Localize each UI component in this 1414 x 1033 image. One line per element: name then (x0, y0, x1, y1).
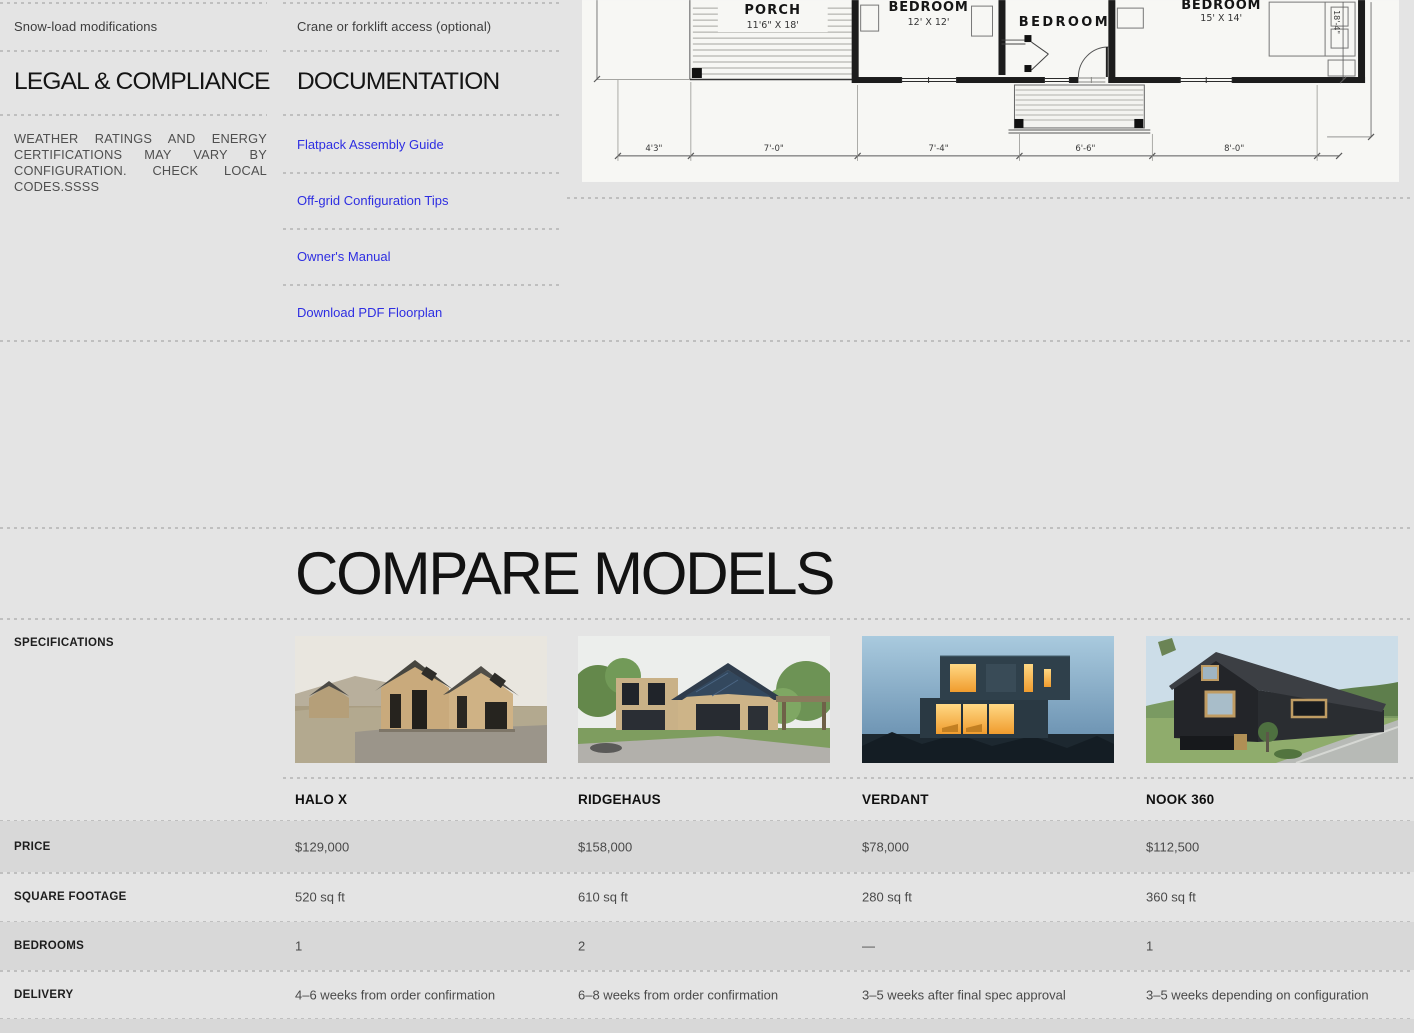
bedrooms-halo-x: 1 (295, 939, 302, 954)
table-row-square-footage: SQUARE FOOTAGE 520 sq ft 610 sq ft 280 s… (0, 873, 1414, 921)
price-ridgehaus: $158,000 (578, 839, 632, 854)
sqft-ridgehaus: 610 sq ft (578, 890, 628, 905)
sqft-verdant: 280 sq ft (862, 890, 912, 905)
dashed-divider (283, 777, 1414, 779)
plan-dim-5: 8'-0" (1224, 143, 1244, 153)
plan-room-dims-bedroom3: 15' X 14' (1200, 13, 1242, 24)
prefab-home-product-page: Snow-load modifications LEGAL & COMPLIAN… (0, 0, 1414, 1033)
row-label-price: PRICE (14, 841, 51, 853)
row-label-delivery: DELIVERY (14, 989, 73, 1001)
dashed-divider (283, 2, 563, 4)
plan-room-dims-bedroom1: 12' X 12' (908, 17, 950, 28)
plan-room-label-porch: PORCH (744, 3, 801, 18)
table-row-price: PRICE $129,000 $158,000 $78,000 $112,500 (0, 821, 1414, 872)
price-verdant: $78,000 (862, 839, 909, 854)
dashed-divider (283, 284, 563, 286)
delivery-halo-x: 4–6 weeks from order confirmation (295, 987, 495, 1002)
link-offgrid-configuration-tips[interactable]: Off-grid Configuration Tips (297, 193, 449, 208)
spec-list-item-crane-access: Crane or forklift access (optional) (297, 19, 491, 34)
compare-models-heading: COMPARE MODELS (295, 527, 833, 618)
next-row-partial (0, 1019, 1414, 1033)
plan-room-label-bedroom3: BEDROOM (1181, 0, 1261, 13)
table-row-bedrooms: BEDROOMS 1 2 — 1 (0, 922, 1414, 970)
dashed-divider (0, 618, 1414, 620)
model-photo-nook-360 (1146, 636, 1398, 763)
documentation-heading: DOCUMENTATION (297, 68, 499, 96)
model-name-nook-360: NOOK 360 (1146, 777, 1214, 820)
dashed-divider (567, 197, 1414, 199)
plan-room-label-bedroom2: BEDROOM (1019, 15, 1110, 30)
legal-compliance-heading: LEGAL & COMPLIANCE (14, 68, 270, 96)
dashed-divider (283, 172, 563, 174)
plan-room-dims-porch: 11'6" X 18' (747, 20, 799, 31)
link-flatpack-assembly-guide[interactable]: Flatpack Assembly Guide (297, 137, 444, 152)
row-label-bedrooms: BEDROOMS (14, 940, 84, 952)
model-name-verdant: VERDANT (862, 777, 929, 820)
plan-dim-1: 4'3" (645, 143, 662, 153)
dashed-divider (0, 340, 1414, 342)
bedrooms-ridgehaus: 2 (578, 939, 585, 954)
dashed-divider (0, 2, 267, 4)
model-name-ridgehaus: RIDGEHAUS (578, 777, 661, 820)
sqft-nook-360: 360 sq ft (1146, 890, 1196, 905)
bedrooms-nook-360: 1 (1146, 939, 1153, 954)
plan-dim-2: 7'-0" (764, 143, 784, 153)
link-owners-manual[interactable]: Owner's Manual (297, 249, 391, 264)
model-photo-halo-x (295, 636, 547, 763)
bedrooms-verdant: — (862, 939, 875, 954)
floorplan-drawing: PORCH 11'6" X 18' BEDROOM 12' X 12' BEDR… (582, 0, 1399, 182)
price-nook-360: $112,500 (1146, 839, 1199, 854)
link-download-pdf-floorplan[interactable]: Download PDF Floorplan (297, 305, 442, 320)
plan-dim-3: 7'-4" (929, 143, 949, 153)
model-photo-ridgehaus (578, 636, 830, 763)
dashed-divider (283, 50, 563, 52)
model-photo-verdant (862, 636, 1114, 763)
dashed-divider (0, 50, 267, 52)
dashed-divider (283, 114, 563, 116)
price-halo-x: $129,000 (295, 839, 349, 854)
legal-disclaimer-text: WEATHER RATINGS AND ENERGY CERTIFICATION… (14, 131, 267, 194)
specifications-column-header: SPECIFICATIONS (14, 637, 114, 649)
table-row-delivery: DELIVERY 4–6 weeks from order confirmati… (0, 971, 1414, 1018)
floorplan-image: PORCH 11'6" X 18' BEDROOM 12' X 12' BEDR… (582, 0, 1399, 182)
plan-room-label-bedroom1: BEDROOM (889, 0, 969, 15)
dashed-divider (0, 114, 267, 116)
row-label-square-footage: SQUARE FOOTAGE (14, 891, 127, 903)
sqft-halo-x: 520 sq ft (295, 890, 345, 905)
delivery-verdant: 3–5 weeks after final spec approval (862, 987, 1066, 1002)
dashed-divider (283, 228, 563, 230)
spec-list-item-snow-load: Snow-load modifications (14, 19, 157, 34)
model-name-halo-x: HALO X (295, 777, 347, 820)
delivery-nook-360: 3–5 weeks depending on configuration (1146, 987, 1369, 1002)
plan-dim-4: 6'-6" (1075, 143, 1095, 153)
plan-dim-side: 18'-4" (1332, 10, 1341, 34)
delivery-ridgehaus: 6–8 weeks from order confirmation (578, 987, 778, 1002)
